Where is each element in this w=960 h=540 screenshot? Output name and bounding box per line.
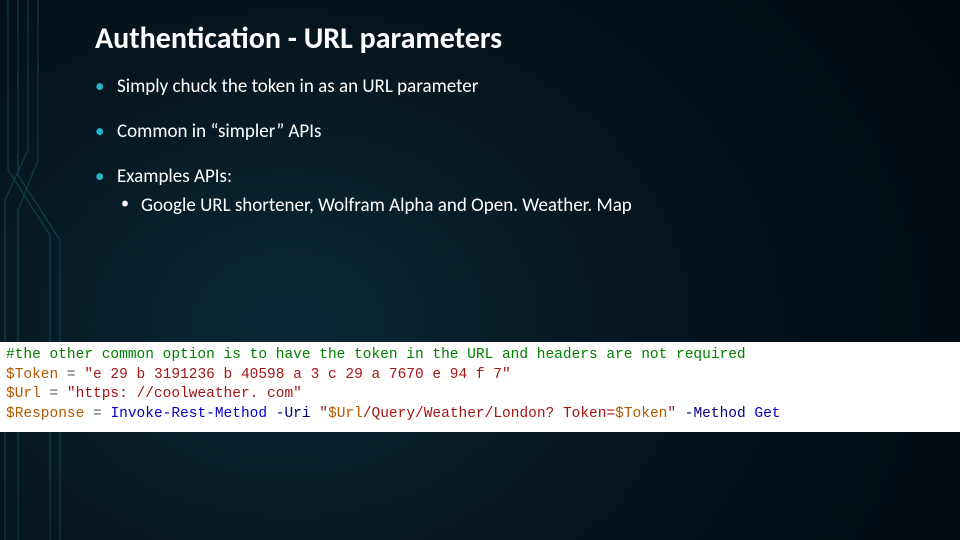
bullet-text: Examples APIs: — [117, 165, 232, 188]
code-variable: $Token — [6, 367, 58, 383]
bullet-item: Examples APIs: Google URL shortener, Wol… — [95, 165, 930, 217]
code-string: " — [319, 406, 328, 422]
decorative-lines — [0, 0, 80, 540]
code-string: " — [667, 406, 676, 422]
code-variable: $Response — [6, 406, 84, 422]
code-operator: = — [41, 386, 67, 402]
code-parameter: -Uri — [267, 406, 319, 422]
code-operator: = — [84, 406, 110, 422]
bullet-item: Common in “simpler” APIs — [95, 120, 930, 143]
code-keyword: Get — [754, 406, 780, 422]
slide-content: Authentication - URL parameters Simply c… — [95, 20, 930, 520]
code-string: "https: //coolweather. com" — [67, 386, 302, 402]
slide-title: Authentication - URL parameters — [95, 20, 930, 57]
bullet-list: Simply chuck the token in as an URL para… — [95, 75, 930, 217]
code-command: Invoke-Rest-Method — [110, 406, 267, 422]
sub-bullet-item: Google URL shortener, Wolfram Alpha and … — [117, 194, 930, 217]
code-variable: $Token — [615, 406, 667, 422]
code-comment: #the other common option is to have the … — [6, 347, 746, 363]
code-string: "e 29 b 3191236 b 40598 a 3 c 29 a 7670 … — [84, 367, 510, 383]
code-variable: $Url — [328, 406, 363, 422]
code-variable: $Url — [6, 386, 41, 402]
sub-bullet-list: Google URL shortener, Wolfram Alpha and … — [117, 194, 930, 217]
code-parameter: -Method — [676, 406, 754, 422]
code-operator: = — [58, 367, 84, 383]
code-block: #the other common option is to have the … — [0, 342, 960, 432]
bullet-item: Simply chuck the token in as an URL para… — [95, 75, 930, 98]
code-string: /Query/Weather/London? Token= — [363, 406, 615, 422]
